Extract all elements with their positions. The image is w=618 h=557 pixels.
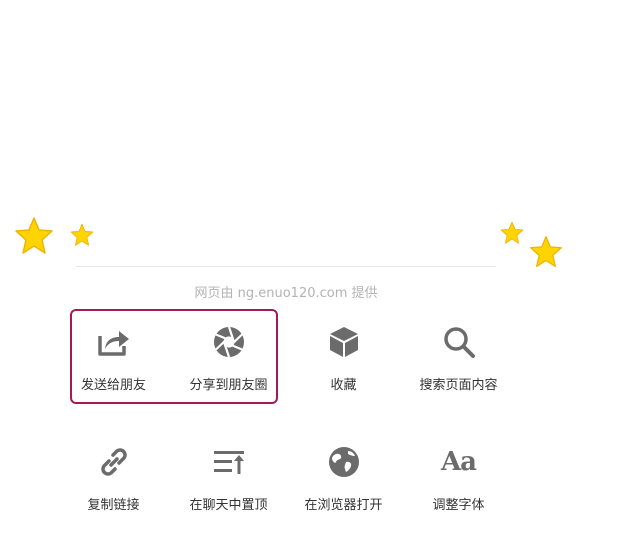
action-label: 调整字体 [432,498,485,513]
action-label: 分享到朋友圈 [189,378,268,393]
search-icon [443,327,475,358]
provider-text: 网页由 ng.enuo120.com 提供 [194,286,378,301]
action-label: 在浏览器打开 [304,498,383,513]
favorite-cube-icon [329,327,358,357]
adjust-font-button[interactable]: Aa 调整字体 [401,442,516,513]
share-icon [97,331,129,356]
open-in-browser-button[interactable]: 在浏览器打开 [286,442,401,513]
pin-top-icon [213,451,244,474]
divider [76,266,496,267]
star-icon [15,217,53,254]
moments-shutter-icon [213,326,244,358]
star-icon [70,223,94,246]
copy-link-button[interactable]: 复制链接 [56,442,171,513]
star-icon [500,221,524,244]
action-label: 在聊天中置顶 [189,498,268,513]
action-label: 收藏 [330,378,357,393]
favorite-button[interactable]: 收藏 [286,322,401,393]
action-label: 复制链接 [87,498,140,513]
globe-icon [328,447,359,477]
pin-to-top-button[interactable]: 在聊天中置顶 [171,442,286,513]
link-icon [100,448,127,476]
action-label: 搜索页面内容 [419,378,498,393]
font-size-icon: Aa [440,447,477,477]
send-to-friend-button[interactable]: 发送给朋友 [56,322,171,393]
share-to-moments-button[interactable]: 分享到朋友圈 [171,322,286,393]
star-icon [530,236,562,268]
search-page-button[interactable]: 搜索页面内容 [401,322,516,393]
action-label: 发送给朋友 [80,378,146,393]
